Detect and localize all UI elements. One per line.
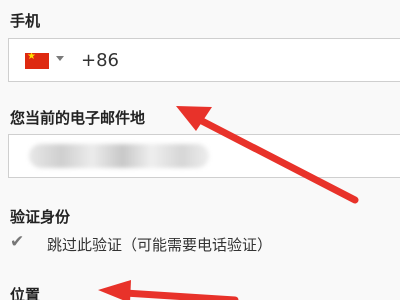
red-arrow-upper <box>176 106 359 204</box>
signup-form: 手机 ★ +86 您当前的电子邮件地 验证身份 ✔ 跳过此验证（可能需要电话验证… <box>0 0 400 300</box>
annotation-arrows <box>98 106 359 300</box>
red-arrow-lower <box>98 280 239 300</box>
